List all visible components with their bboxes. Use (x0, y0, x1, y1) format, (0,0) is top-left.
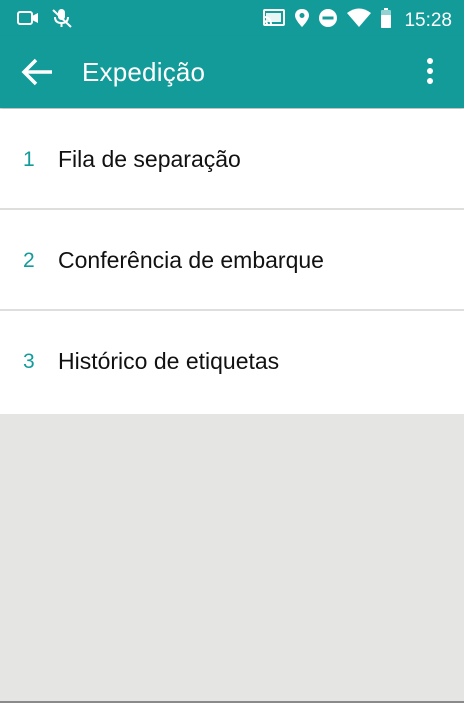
page-title: Expedição (82, 57, 206, 87)
overflow-menu-button[interactable] (422, 56, 438, 88)
status-bar-left (16, 7, 74, 34)
menu-item-fila-separacao[interactable]: 1 Fila de separação (0, 109, 464, 210)
menu-item-historico-etiquetas[interactable]: 3 Histórico de etiquetas (0, 311, 464, 414)
wifi-icon (346, 8, 372, 33)
location-icon (294, 8, 310, 33)
status-bar-right: 15:28 (262, 7, 452, 34)
menu-item-label: Conferência de embarque (58, 247, 324, 273)
cast-icon (262, 8, 286, 33)
back-button[interactable] (20, 56, 60, 88)
battery-icon (380, 7, 392, 34)
mic-off-icon (50, 7, 74, 34)
app-bar: Expedição (0, 36, 464, 108)
menu-item-conferencia-embarque[interactable]: 2 Conferência de embarque (0, 210, 464, 311)
menu-item-number: 2 (23, 249, 35, 272)
status-bar: 15:28 (0, 0, 464, 36)
video-camera-icon (16, 8, 40, 33)
menu-item-label: Histórico de etiquetas (58, 348, 280, 374)
menu-list: 1 Fila de separação 2 Conferência de emb… (0, 109, 464, 414)
menu-item-number: 3 (23, 350, 35, 373)
menu-item-number: 1 (23, 148, 35, 171)
do-not-disturb-icon (318, 8, 338, 33)
status-time: 15:28 (404, 9, 452, 31)
menu-item-label: Fila de separação (58, 146, 241, 172)
arrow-left-icon (20, 58, 54, 92)
more-vert-icon (422, 58, 438, 92)
